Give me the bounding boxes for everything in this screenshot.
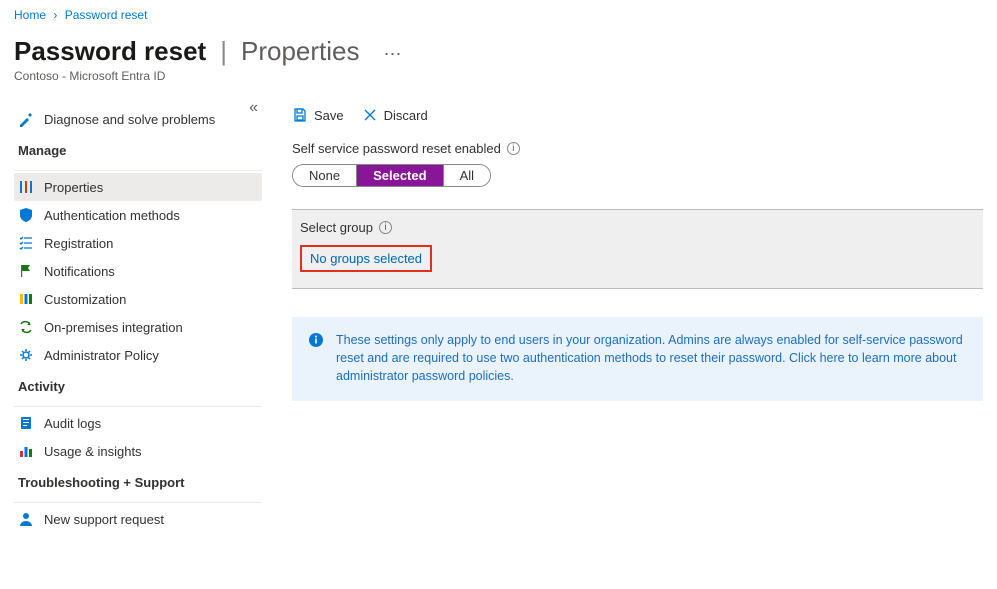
sspr-enabled-section: Self service password reset enabled i No… (292, 141, 983, 187)
discard-label: Discard (384, 108, 428, 123)
sidebar-item-new-support[interactable]: New support request (14, 505, 262, 533)
sidebar-item-registration[interactable]: Registration (14, 229, 262, 257)
save-label: Save (314, 108, 344, 123)
sidebar-item-label: On-premises integration (44, 320, 183, 335)
support-person-icon (18, 511, 34, 527)
sync-icon (18, 319, 34, 335)
close-icon (362, 107, 378, 123)
sspr-option-none[interactable]: None (293, 165, 356, 186)
save-button[interactable]: Save (292, 107, 344, 123)
flag-icon (18, 263, 34, 279)
select-group-section: Select group i No groups selected (292, 209, 983, 289)
sidebar-item-diagnose[interactable]: Diagnose and solve problems (14, 105, 262, 133)
info-circle-icon (308, 332, 324, 348)
sidebar-item-label: Registration (44, 236, 113, 251)
page-title-row: Password reset | Properties ⋯ (14, 36, 983, 67)
info-banner: These settings only apply to end users i… (292, 317, 983, 401)
shield-icon (18, 207, 34, 223)
sidebar-item-audit-logs[interactable]: Audit logs (14, 409, 262, 437)
sidebar-item-label: Usage & insights (44, 444, 142, 459)
sidebar-item-admin-policy[interactable]: Administrator Policy (14, 341, 262, 369)
checklist-icon (18, 235, 34, 251)
sidebar-item-auth-methods[interactable]: Authentication methods (14, 201, 262, 229)
sidebar-header-manage: Manage (14, 133, 262, 164)
wrench-icon (18, 111, 34, 127)
sspr-option-all[interactable]: All (443, 165, 490, 186)
sidebar-item-notifications[interactable]: Notifications (14, 257, 262, 285)
page-subtitle: Properties (241, 36, 360, 67)
sidebar-item-label: Customization (44, 292, 126, 307)
more-actions-button[interactable]: ⋯ (377, 42, 407, 67)
sidebar-item-properties[interactable]: Properties (14, 173, 262, 201)
gear-icon (18, 347, 34, 363)
breadcrumb-current[interactable]: Password reset (65, 8, 148, 22)
sidebar-item-label: Audit logs (44, 416, 101, 431)
sidebar-divider (14, 170, 262, 171)
select-group-link[interactable]: No groups selected (310, 251, 422, 266)
sspr-option-selected[interactable]: Selected (356, 165, 442, 186)
breadcrumb-separator: › (53, 8, 57, 22)
page-title: Password reset (14, 36, 206, 67)
log-icon (18, 415, 34, 431)
sidebar-header-activity: Activity (14, 369, 262, 400)
sidebar-item-onprem[interactable]: On-premises integration (14, 313, 262, 341)
sidebar-item-label: Administrator Policy (44, 348, 159, 363)
sidebar-item-label: Diagnose and solve problems (44, 112, 215, 127)
collapse-sidebar-button[interactable]: « (245, 97, 262, 119)
sidebar-divider (14, 406, 262, 407)
sidebar-divider (14, 502, 262, 503)
sidebar-header-support: Troubleshooting + Support (14, 465, 262, 496)
sliders-icon (18, 179, 34, 195)
breadcrumb-home[interactable]: Home (14, 8, 46, 22)
tenant-label: Contoso - Microsoft Entra ID (14, 69, 983, 83)
command-bar: Save Discard (292, 103, 983, 137)
sidebar-item-label: Authentication methods (44, 208, 180, 223)
sidebar-item-label: Properties (44, 180, 103, 195)
breadcrumb: Home › Password reset (14, 8, 983, 30)
discard-button[interactable]: Discard (362, 107, 428, 123)
sidebar-item-customization[interactable]: Customization (14, 285, 262, 313)
palette-icon (18, 291, 34, 307)
info-icon[interactable]: i (507, 142, 520, 155)
info-icon[interactable]: i (379, 221, 392, 234)
sspr-enabled-segmented: None Selected All (292, 164, 491, 187)
sidebar-item-usage-insights[interactable]: Usage & insights (14, 437, 262, 465)
sspr-enabled-label: Self service password reset enabled (292, 141, 501, 156)
main-content: Save Discard Self service password reset… (262, 97, 983, 401)
sidebar-item-label: Notifications (44, 264, 115, 279)
sidebar-item-label: New support request (44, 512, 164, 527)
bar-chart-icon (18, 443, 34, 459)
title-divider: | (220, 36, 227, 67)
sidebar: « Diagnose and solve problems Manage Pro… (14, 97, 262, 533)
select-group-highlight: No groups selected (300, 245, 432, 272)
save-icon (292, 107, 308, 123)
select-group-label: Select group (300, 220, 373, 235)
info-banner-text[interactable]: These settings only apply to end users i… (336, 331, 965, 385)
